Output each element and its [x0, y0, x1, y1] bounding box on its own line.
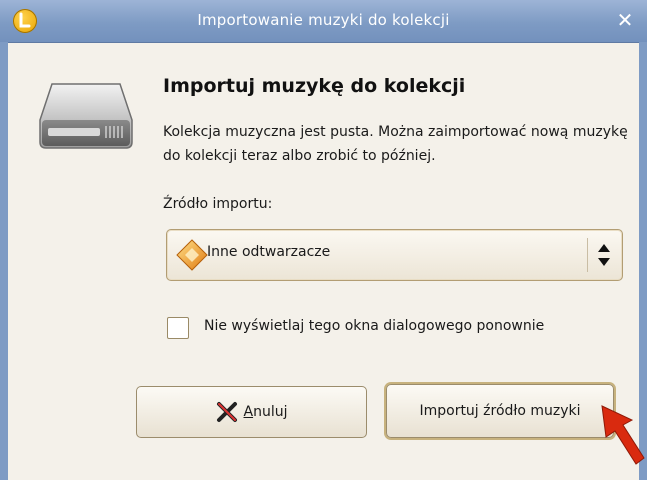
pointer-arrow-icon: [601, 405, 645, 465]
harddrive-icon: [39, 83, 133, 149]
diamond-player-icon: [176, 239, 208, 271]
cancel-button[interactable]: Anuluj: [136, 386, 367, 438]
combo-separator: [587, 238, 588, 272]
dont-show-again-checkbox[interactable]: [167, 317, 189, 339]
import-source-button[interactable]: Importuj źródło muzyki: [386, 384, 614, 438]
dont-show-again-label[interactable]: Nie wyświetlaj tego okna dialogowego pon…: [204, 318, 544, 334]
window-border-left: [0, 42, 8, 480]
import-source-label: Źródło importu:: [163, 196, 273, 212]
cancel-x-icon: [216, 402, 237, 422]
title-bar[interactable]: Importowanie muzyki do kolekcji ✕: [0, 0, 647, 43]
dialog-heading: Importuj muzykę do kolekcji: [163, 75, 466, 97]
dialog-description: Kolekcja muzyczna jest pusta. Można zaim…: [163, 124, 628, 164]
window-title: Importowanie muzyki do kolekcji: [197, 11, 450, 29]
close-icon[interactable]: ✕: [613, 8, 637, 32]
import-source-combobox[interactable]: Inne odtwarzacze: [166, 229, 623, 281]
cancel-label: Anuluj: [243, 404, 288, 420]
import-source-value: Inne odtwarzacze: [207, 244, 331, 260]
combo-up-down-arrows-icon: [598, 244, 610, 266]
